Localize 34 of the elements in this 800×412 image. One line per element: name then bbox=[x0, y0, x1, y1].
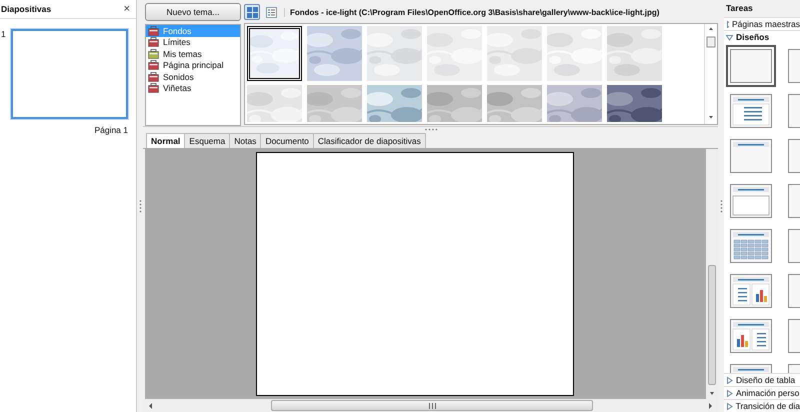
theme-item[interactable]: Viñetas bbox=[146, 82, 240, 94]
theme-item[interactable]: Mis temas bbox=[146, 48, 240, 60]
splitter-grip-icon[interactable] bbox=[138, 199, 142, 213]
view-tab[interactable]: Documento bbox=[260, 133, 314, 148]
section-header[interactable]: Diseño de tabla bbox=[724, 373, 800, 386]
close-button[interactable]: × bbox=[122, 3, 132, 15]
grip-icon[interactable] bbox=[428, 402, 436, 408]
slide-label: Página 1 bbox=[94, 124, 129, 135]
layout-thumbnail[interactable] bbox=[726, 45, 776, 87]
splitter-grip-icon[interactable] bbox=[424, 128, 438, 131]
view-tab[interactable]: Notas bbox=[229, 133, 262, 148]
view-tab[interactable]: Normal bbox=[146, 133, 186, 148]
pane-title: Diapositivas bbox=[1, 4, 52, 14]
view-tab[interactable]: Clasificador de diapositivas bbox=[312, 133, 426, 148]
vertical-scrollbar[interactable] bbox=[704, 24, 717, 124]
section-header[interactable]: Animación perso bbox=[724, 386, 800, 399]
icon-view-button[interactable] bbox=[244, 4, 260, 20]
new-theme-button[interactable]: Nuevo tema... bbox=[145, 3, 241, 21]
slide-number: 1 bbox=[1, 29, 5, 41]
section-header[interactable]: Diseños bbox=[724, 30, 800, 43]
scroll-left-arrow-icon[interactable] bbox=[147, 400, 155, 410]
theme-item[interactable]: Sonidos bbox=[146, 71, 240, 82]
gallery-item[interactable] bbox=[247, 26, 302, 81]
view-tab[interactable]: Esquema bbox=[184, 133, 230, 148]
detail-view-button[interactable] bbox=[263, 4, 279, 20]
theme-item[interactable]: Límites bbox=[146, 36, 240, 48]
section-header[interactable]: Transición de dia bbox=[724, 399, 800, 412]
theme-item[interactable]: Página principal bbox=[146, 60, 240, 71]
slide-thumbnail[interactable] bbox=[11, 29, 128, 119]
section-header[interactable]: Páginas maestras bbox=[724, 17, 800, 30]
scroll-right-arrow-icon[interactable] bbox=[706, 400, 714, 410]
gallery-path-title: Fondos - ice-light (C:\Program Files\OpenOffice.org 3\Basis\share\gallery\www-back\ice-light.jpg) bbox=[284, 8, 660, 16]
pane-title: Tareas bbox=[724, 0, 800, 17]
splitter-grip-icon[interactable] bbox=[720, 199, 722, 213]
